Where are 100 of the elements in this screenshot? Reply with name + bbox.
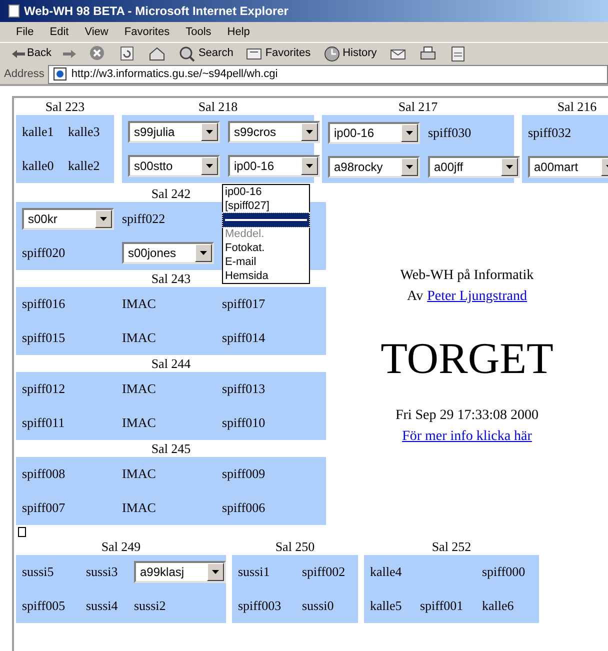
- computer-name: kalle1: [22, 124, 54, 139]
- room-title: Sal 242: [151, 185, 191, 202]
- menu-item[interactable]: Tools: [186, 24, 212, 40]
- room-title: Sal 252: [432, 538, 472, 555]
- computer-name: spiff000: [482, 564, 526, 579]
- dropdown-option[interactable]: Fotokat.: [223, 241, 309, 255]
- computer-name: sussi1: [238, 564, 270, 579]
- menu-item[interactable]: Help: [227, 24, 250, 40]
- menu-item[interactable]: View: [84, 24, 108, 40]
- address-field[interactable]: http://w3.informatics.gu.se/~s94pell/wh.cgi: [48, 64, 608, 84]
- menu-item[interactable]: Edit: [50, 24, 69, 40]
- caret-icon: [401, 124, 418, 142]
- computer-name: sussi5: [22, 564, 54, 579]
- room-title: Sal 218: [198, 98, 238, 115]
- dropdown-select[interactable]: a98rocky: [328, 156, 420, 178]
- toolbar-button[interactable]: [448, 44, 467, 62]
- computer-name: spiff010: [222, 415, 266, 430]
- computer-name: spiff001: [420, 598, 464, 613]
- dropdown-select[interactable]: s00stto: [128, 155, 220, 177]
- author-link[interactable]: Peter Ljungstrand: [427, 286, 527, 307]
- dropdown-option[interactable]: Hemsida: [223, 269, 309, 283]
- toolbar-button[interactable]: Favorites: [245, 44, 311, 62]
- computer-name: kalle0: [22, 158, 54, 173]
- computer-name: spiff007: [22, 500, 66, 515]
- computer-name: spiff014: [222, 330, 266, 345]
- toolbar-button[interactable]: History: [322, 44, 377, 62]
- computer-name: kalle5: [370, 598, 402, 613]
- dropdown-select[interactable]: s99cros: [228, 121, 320, 143]
- window-title: Web-WH 98 BETA - Microsoft Internet Explorer: [24, 3, 288, 20]
- computer-name: spiff002: [302, 564, 346, 579]
- computer-name: spiff006: [222, 500, 266, 515]
- dropdown-select[interactable]: ip00-16: [228, 155, 320, 177]
- edit-icon: [448, 44, 467, 62]
- menu-item[interactable]: File: [16, 24, 34, 40]
- computer-name: spiff030: [428, 124, 472, 140]
- room-title: Sal 244: [151, 355, 191, 372]
- computer-name: IMAC: [122, 415, 156, 430]
- menu-item[interactable]: Favorites: [124, 24, 170, 40]
- page-icon: [53, 67, 68, 81]
- computer-name: kalle6: [482, 598, 514, 613]
- computer-name: spiff017: [222, 296, 266, 311]
- computer-name: IMAC: [122, 330, 156, 345]
- computer-name: spiff022: [122, 211, 166, 226]
- room-title: Sal 250: [275, 538, 315, 555]
- room-heading: TORGET: [380, 337, 554, 381]
- computer-name: spiff011: [22, 415, 65, 430]
- computer-name: spiff015: [22, 330, 66, 345]
- computer-name: spiff020: [22, 245, 66, 260]
- room-title: Sal 216: [557, 98, 597, 115]
- computer-name: spiff009: [222, 466, 266, 481]
- timestamp: Fri Sep 29 17:33:08 2000: [395, 407, 539, 425]
- dropdown-select[interactable]: s99julia: [128, 121, 220, 143]
- caret-icon: [301, 123, 318, 141]
- site-title: Web-WH på Informatik: [400, 267, 534, 285]
- dropdown-option[interactable]: ip00-16: [223, 185, 309, 199]
- computer-name: spiff013: [222, 381, 266, 396]
- toolbar-button[interactable]: Back: [12, 45, 52, 62]
- dropdown-select[interactable]: s00kr: [22, 208, 114, 230]
- computer-name: IMAC: [122, 296, 156, 311]
- computer-name: IMAC: [122, 381, 156, 396]
- computer-name: spiff016: [22, 296, 66, 311]
- dropdown-select[interactable]: ip00-16: [328, 122, 420, 144]
- browser-icon: [8, 4, 20, 18]
- dropdown-select[interactable]: a00mart: [528, 156, 608, 178]
- caret-icon: [401, 158, 418, 176]
- computer-name: spiff012: [22, 381, 66, 396]
- computer-name: spiff003: [238, 598, 282, 613]
- dropdown-select[interactable]: a00jff: [428, 156, 520, 178]
- caret-icon: [301, 157, 318, 175]
- computer-name: spiff008: [22, 466, 66, 481]
- dropdown-select[interactable]: s00jones: [122, 242, 214, 264]
- room-title: Sal 245: [151, 440, 191, 457]
- forward-arrow-icon: [63, 50, 76, 58]
- room-title: Sal 243: [151, 270, 191, 287]
- separator-option[interactable]: [223, 213, 309, 227]
- toolbar-button[interactable]: [118, 44, 136, 62]
- computer-name: sussi3: [86, 564, 118, 579]
- computer-name: sussi2: [134, 598, 166, 613]
- dropdown-option[interactable]: E-mail: [223, 255, 309, 269]
- computer-name: kalle4: [370, 564, 402, 579]
- computer-name: spiff005: [22, 598, 66, 613]
- caret-icon: [207, 563, 224, 581]
- broken-image-icon: [18, 527, 27, 538]
- computer-name: IMAC: [122, 466, 156, 481]
- computer-name: sussi0: [302, 598, 334, 613]
- caret-icon: [201, 123, 218, 141]
- toolbar-button[interactable]: [148, 44, 166, 62]
- room-title: Sal 217: [398, 98, 438, 115]
- toolbar-button[interactable]: Search: [178, 44, 234, 62]
- toolbar-button[interactable]: [418, 44, 437, 62]
- info-link[interactable]: För mer info klicka här: [402, 426, 532, 447]
- caret-icon: [501, 158, 518, 176]
- computer-name: spiff032: [528, 124, 572, 140]
- dropdown-select[interactable]: a99klasj: [134, 561, 226, 583]
- caret-icon: [95, 210, 112, 228]
- caret-icon: [195, 244, 212, 262]
- computer-name: kalle3: [68, 124, 100, 139]
- back-arrow-icon: [12, 50, 25, 58]
- refresh-icon: [118, 44, 136, 62]
- dropdown-option[interactable]: [spiff027]: [223, 199, 309, 213]
